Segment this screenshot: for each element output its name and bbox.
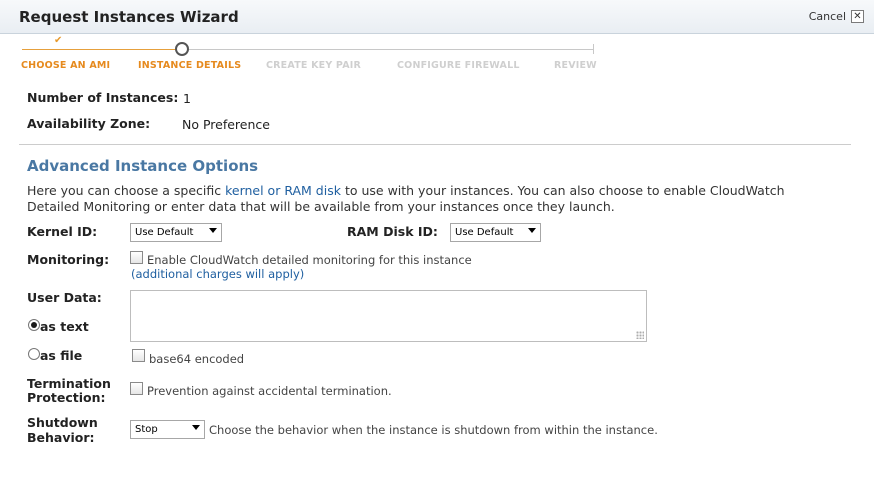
- resize-grip-icon[interactable]: [636, 331, 644, 339]
- chevron-down-icon: [209, 228, 217, 233]
- step-configure-firewall: CONFIGURE FIREWALL: [397, 60, 520, 71]
- availability-zone-label: Availability Zone:: [27, 116, 151, 131]
- termination-label-line2: Protection:: [27, 390, 106, 405]
- as-file-label: as file: [40, 348, 83, 363]
- progress-line-remaining: [188, 49, 593, 50]
- ram-disk-id-label: RAM Disk ID:: [347, 224, 438, 239]
- monitoring-label: Monitoring:: [27, 252, 110, 267]
- availability-zone-value: No Preference: [182, 117, 270, 132]
- ram-disk-id-select[interactable]: Use Default: [450, 223, 541, 242]
- number-of-instances-label: Number of Instances:: [27, 90, 179, 105]
- progress-line-end: [593, 44, 594, 54]
- base64-checkbox-label: base64 encoded: [149, 352, 245, 366]
- cancel-label: Cancel: [808, 10, 846, 23]
- chevron-down-icon: [528, 228, 536, 233]
- base64-checkbox[interactable]: [132, 349, 145, 362]
- termination-label-line1: Termination: [27, 376, 111, 391]
- advanced-options-description: Here you can choose a specific kernel or…: [27, 183, 827, 215]
- shutdown-behavior-select[interactable]: Stop: [130, 420, 205, 439]
- current-step-marker: [175, 42, 189, 56]
- step-instance-details: INSTANCE DETAILS: [138, 60, 242, 71]
- termination-protection-checkbox[interactable]: [130, 382, 143, 395]
- progress-line-done: [22, 49, 182, 50]
- section-divider: [19, 144, 851, 145]
- chevron-down-icon: [192, 425, 200, 430]
- user-data-textarea[interactable]: [130, 290, 647, 342]
- number-of-instances-value: 1: [183, 91, 191, 106]
- wizard-steps: ✔ CHOOSE AN AMI INSTANCE DETAILS CREATE …: [20, 35, 600, 76]
- step-review: REVIEW: [554, 60, 597, 71]
- shutdown-behavior-selected: Stop: [135, 424, 158, 435]
- as-text-label: as text: [40, 319, 89, 334]
- description-text-start: Here you can choose a specific: [27, 183, 226, 198]
- step-complete-check-icon: ✔: [54, 35, 63, 46]
- user-data-label: User Data:: [27, 290, 102, 305]
- wizard-titlebar: Request Instances Wizard Cancel ✕: [0, 0, 874, 34]
- kernel-id-selected: Use Default: [135, 227, 194, 238]
- ram-disk-id-selected: Use Default: [455, 227, 514, 238]
- shutdown-label-line1: Shutdown: [27, 415, 98, 430]
- cancel-button[interactable]: Cancel ✕: [809, 10, 864, 23]
- shutdown-label-line2: Behavior:: [27, 430, 95, 445]
- close-icon[interactable]: ✕: [851, 10, 864, 23]
- kernel-ram-disk-link[interactable]: kernel or RAM disk: [225, 183, 341, 198]
- step-choose-ami: CHOOSE AN AMI: [21, 60, 111, 71]
- as-text-radio[interactable]: [28, 319, 40, 331]
- kernel-id-select[interactable]: Use Default: [130, 223, 222, 242]
- monitoring-checkbox[interactable]: [130, 251, 143, 264]
- additional-charges-note: (additional charges will apply): [131, 267, 305, 281]
- advanced-options-heading: Advanced Instance Options: [27, 157, 259, 175]
- termination-protection-label: Prevention against accidental terminatio…: [147, 384, 392, 398]
- wizard-title: Request Instances Wizard: [19, 8, 239, 26]
- kernel-id-label: Kernel ID:: [27, 224, 98, 239]
- as-file-radio[interactable]: [28, 348, 40, 360]
- monitoring-checkbox-label: Enable CloudWatch detailed monitoring fo…: [147, 253, 472, 267]
- step-create-key-pair: CREATE KEY PAIR: [266, 60, 361, 71]
- shutdown-behavior-help: Choose the behavior when the instance is…: [209, 423, 658, 437]
